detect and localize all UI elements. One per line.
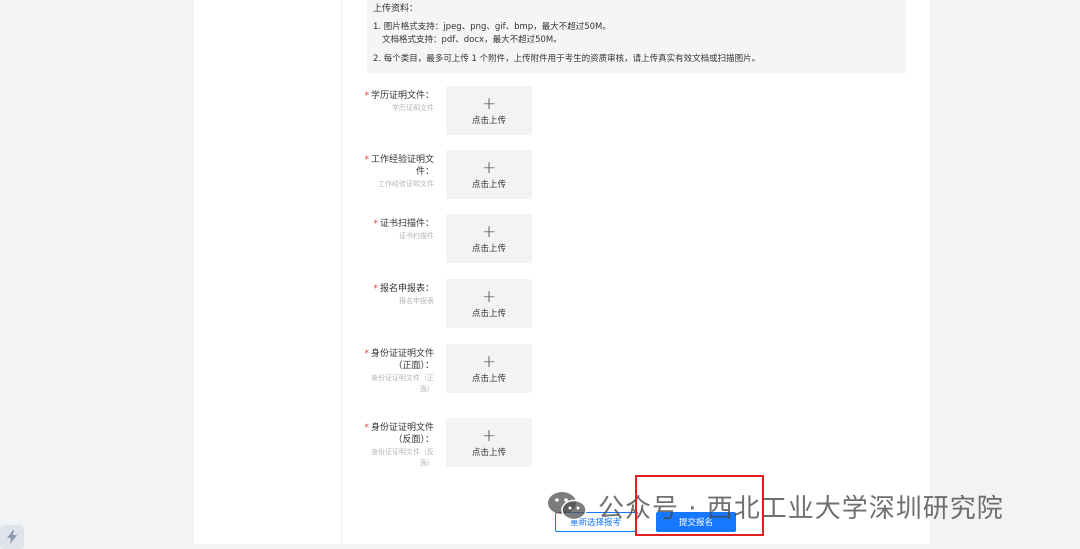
label-text-line2: 件： (415, 167, 434, 177)
upload-label-education: * 学历证明文件： 学历证明文件 (345, 90, 434, 114)
upload-button-id-front[interactable]: + 点击上传 (446, 344, 532, 393)
label-text: 证书扫描件： (379, 219, 434, 229)
upload-button-application-form[interactable]: + 点击上传 (446, 279, 532, 328)
upload-label-id-back: * 身份证证明文件 （反面）： 身份证证明文件（反 面） (345, 422, 434, 469)
label-text: 报名申报表： (379, 284, 434, 294)
plus-icon: + (481, 286, 497, 307)
label-hint: 工作经验证明文件 (378, 180, 434, 188)
label-text-line2: （正面）： (393, 361, 434, 371)
upload-button-label: 点击上传 (471, 447, 506, 458)
upload-button-label: 点击上传 (471, 115, 506, 126)
plus-icon: + (481, 221, 497, 242)
label-hint: 身份证证明文件（反 (371, 448, 434, 456)
required-mark: * (373, 284, 378, 294)
upload-button-id-back[interactable]: + 点击上传 (446, 418, 532, 467)
plus-icon: + (481, 93, 497, 114)
label-hint: 证书扫描件 (399, 232, 434, 240)
label-hint-line2: 面） (420, 459, 434, 467)
required-mark: * (373, 219, 378, 229)
upload-button-education[interactable]: + 点击上传 (446, 86, 532, 135)
upload-label-certificate: * 证书扫描件： 证书扫描件 (345, 218, 434, 242)
submit-registration-button[interactable]: 提交报名 (656, 512, 736, 532)
label-text: 工作经验证明文 (370, 155, 434, 165)
upload-button-label: 点击上传 (471, 243, 506, 254)
label-hint: 身份证证明文件（正 (371, 374, 434, 382)
notice-line-doc-formats: 文档格式支持：pdf、docx，最大不超过50M。 (382, 35, 562, 45)
notice-title: 上传资料： (373, 4, 419, 14)
page-card (194, 0, 930, 544)
required-mark: * (364, 349, 369, 359)
upload-button-work-experience[interactable]: + 点击上传 (446, 150, 532, 199)
plus-icon: + (481, 425, 497, 446)
upload-label-id-front: * 身份证证明文件 （正面）： 身份证证明文件（正 面） (345, 348, 434, 395)
upload-button-label: 点击上传 (471, 308, 506, 319)
label-hint: 学历证明文件 (392, 104, 434, 112)
upload-button-label: 点击上传 (471, 373, 506, 384)
column-divider (341, 0, 342, 544)
plus-icon: + (481, 157, 497, 178)
label-hint-line2: 面） (420, 385, 434, 393)
required-mark: * (364, 91, 369, 101)
lightning-app-icon[interactable] (0, 525, 24, 549)
upload-button-certificate[interactable]: + 点击上传 (446, 214, 532, 263)
upload-label-work-experience: * 工作经验证明文 件： 工作经验证明文件 (345, 154, 434, 190)
label-text: 身份证证明文件 (370, 349, 434, 359)
upload-button-label: 点击上传 (471, 179, 506, 190)
required-mark: * (364, 155, 369, 165)
label-text: 学历证明文件： (370, 91, 434, 101)
upload-label-application-form: * 报名申报表： 报名申报表 (345, 283, 434, 307)
upload-notice: 上传资料： 1. 图片格式支持：jpeg、png、gif、bmp，最大不超过50… (367, 0, 906, 73)
plus-icon: + (481, 351, 497, 372)
label-hint: 报名申报表 (399, 297, 434, 305)
notice-line-limit: 2. 每个类目，最多可上传 1 个附件，上传附件用于考生的资质审核，请上传真实有… (373, 54, 761, 64)
required-mark: * (364, 423, 369, 433)
label-text-line2: （反面）： (393, 435, 434, 445)
notice-line-image-formats: 1. 图片格式支持：jpeg、png、gif、bmp，最大不超过50M。 (373, 22, 611, 32)
lightning-icon (7, 530, 17, 544)
label-text: 身份证证明文件 (370, 423, 434, 433)
reselect-exam-button[interactable]: 重新选择报考 (555, 512, 636, 532)
